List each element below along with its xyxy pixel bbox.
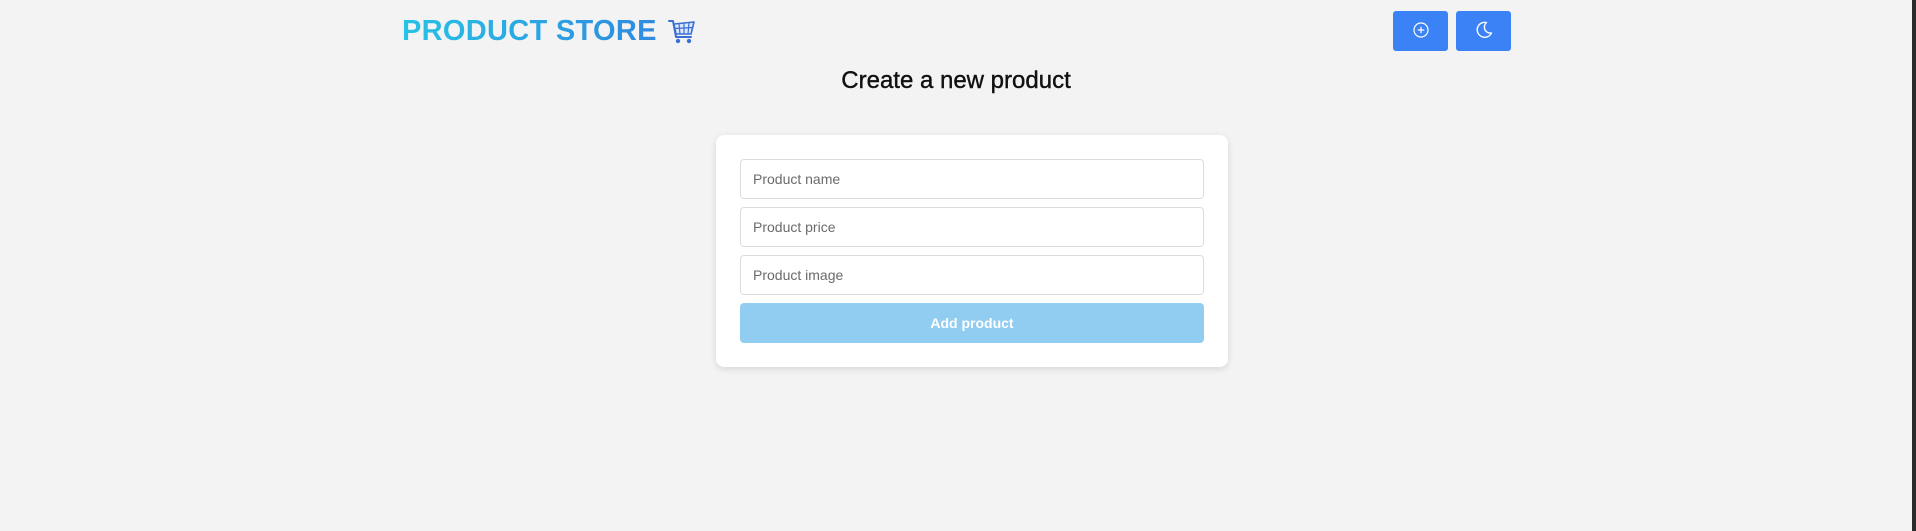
navbar: PRODUCT STORE (0, 0, 1912, 64)
moon-icon (1474, 20, 1494, 43)
product-image-input[interactable] (740, 255, 1204, 295)
create-product-form: Add product (716, 135, 1228, 367)
brand-title: PRODUCT STORE (402, 15, 657, 47)
product-price-input[interactable] (740, 207, 1204, 247)
create-product-button[interactable] (1393, 11, 1448, 51)
plus-circle-icon (1412, 21, 1430, 42)
brand-link[interactable]: PRODUCT STORE (402, 13, 697, 49)
theme-toggle-button[interactable] (1456, 11, 1511, 51)
page-title: Create a new product (841, 67, 1071, 94)
product-name-input[interactable] (740, 159, 1204, 199)
navbar-actions (1393, 11, 1511, 51)
window-edge (1912, 0, 1916, 531)
shopping-cart-icon (667, 16, 697, 46)
add-product-button[interactable]: Add product (740, 303, 1204, 343)
